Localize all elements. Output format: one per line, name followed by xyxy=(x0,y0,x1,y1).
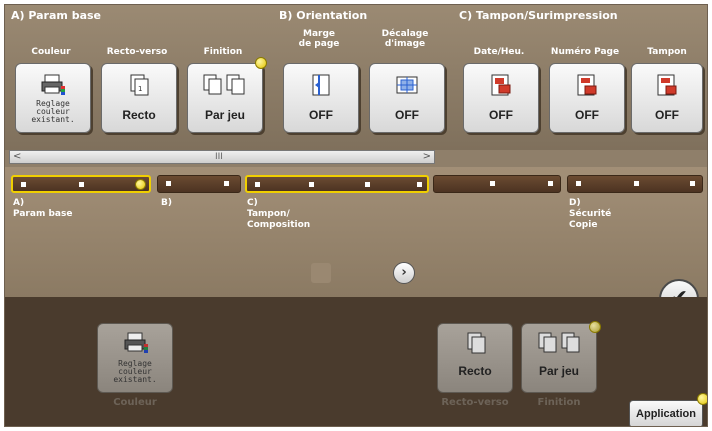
chevron-right-icon[interactable]: › xyxy=(393,262,415,284)
summary-recto-value: Recto xyxy=(458,364,492,378)
decalage-label: Décalage d'image xyxy=(381,29,429,49)
couleur-value: Reglage couleur existant. xyxy=(31,99,75,124)
page-margin-icon xyxy=(312,74,330,96)
tampon-value: OFF xyxy=(655,108,679,122)
summary-couleur-value: Reglage couleur existant. xyxy=(113,359,157,384)
printer-color-icon xyxy=(124,332,148,353)
svg-text:1: 1 xyxy=(138,85,142,93)
nav-label-securite: D) Sécurité Copie xyxy=(569,198,612,230)
active-indicator-icon xyxy=(589,321,601,333)
scroll-left-icon[interactable]: < xyxy=(13,151,21,163)
printer-color-icon xyxy=(41,74,65,95)
decalage-value: OFF xyxy=(395,108,419,122)
nav-segment-param-base[interactable] xyxy=(11,175,151,193)
recto-verso-value: Recto xyxy=(122,108,156,122)
horizontal-scrollbar[interactable]: < III > xyxy=(9,150,435,164)
scroll-right-icon[interactable]: > xyxy=(423,151,431,163)
recto-verso-label: Recto-verso xyxy=(106,47,168,57)
page-number-icon xyxy=(577,74,597,96)
marge-value: OFF xyxy=(309,108,333,122)
image-shift-icon xyxy=(396,76,418,94)
nav-segment-orientation[interactable] xyxy=(157,175,241,193)
couleur-label: Couleur xyxy=(31,47,71,57)
scroll-thumb[interactable]: III xyxy=(215,151,223,163)
active-indicator-icon xyxy=(135,179,146,190)
nav-label-tampon: C) Tampon/ Composition xyxy=(247,198,311,230)
numero-label: Numéro Page xyxy=(550,47,620,57)
stamp-icon xyxy=(657,74,677,96)
summary-recto-button[interactable]: Recto xyxy=(437,323,513,393)
group-title: A) Param base xyxy=(11,9,102,22)
recto-verso-button[interactable]: 1 Recto xyxy=(101,63,177,133)
nav-label-param-base: A) Param base xyxy=(13,198,73,219)
group-title: C) Tampon/Surimpression xyxy=(459,9,618,22)
active-indicator-icon xyxy=(697,393,707,405)
numero-value: OFF xyxy=(575,108,599,122)
date-button[interactable]: OFF xyxy=(463,63,539,133)
settings-tabs-area: A) Param base Couleur Reglage couleur ex… xyxy=(5,5,707,150)
nav-segment-tampon[interactable] xyxy=(245,175,429,193)
placeholder-square xyxy=(311,263,331,283)
finition-label: Finition xyxy=(203,47,243,57)
summary-finition-button[interactable]: Par jeu xyxy=(521,323,597,393)
numero-button[interactable]: OFF xyxy=(549,63,625,133)
application-button[interactable]: Application xyxy=(629,400,703,426)
nav-segment-tampon-end[interactable] xyxy=(433,175,561,193)
group-title: B) Orientation xyxy=(279,9,368,22)
active-indicator-icon xyxy=(255,57,267,69)
marge-label: Marge de page xyxy=(298,29,340,49)
collate-icon xyxy=(538,332,580,353)
group-orientation: B) Orientation Marge de page OFF Décalag… xyxy=(273,5,454,150)
finition-value: Par jeu xyxy=(204,108,246,122)
nav-segment-securite[interactable] xyxy=(567,175,703,193)
collate-icon xyxy=(203,74,245,95)
date-label: Date/Heu. xyxy=(473,47,525,57)
couleur-button[interactable]: Reglage couleur existant. xyxy=(15,63,91,133)
single-page-icon: 1 xyxy=(130,74,149,96)
single-page-icon xyxy=(467,332,486,354)
navigation-area: A) Param base B) C) Tampon/ Composition … xyxy=(5,167,707,297)
group-tampon: C) Tampon/Surimpression Date/Heu. OFF Nu… xyxy=(453,5,707,150)
tampon-button[interactable]: OFF xyxy=(631,63,703,133)
tampon-label: Tampon xyxy=(647,47,687,57)
marge-button[interactable]: OFF xyxy=(283,63,359,133)
copy-settings-screen: A) Param base Couleur Reglage couleur ex… xyxy=(4,4,708,427)
date-stamp-icon xyxy=(491,74,511,96)
nav-label-b: B) xyxy=(161,198,172,208)
summary-finition-caption: Finition xyxy=(537,397,581,408)
summary-finition-value: Par jeu xyxy=(538,364,580,378)
date-value: OFF xyxy=(489,108,513,122)
finition-button[interactable]: Par jeu xyxy=(187,63,263,133)
summary-couleur-button[interactable]: Reglage couleur existant. xyxy=(97,323,173,393)
summary-couleur-caption: Couleur xyxy=(113,397,157,408)
summary-recto-caption: Recto-verso xyxy=(441,397,509,408)
decalage-button[interactable]: OFF xyxy=(369,63,445,133)
group-param-base: A) Param base Couleur Reglage couleur ex… xyxy=(5,5,274,150)
